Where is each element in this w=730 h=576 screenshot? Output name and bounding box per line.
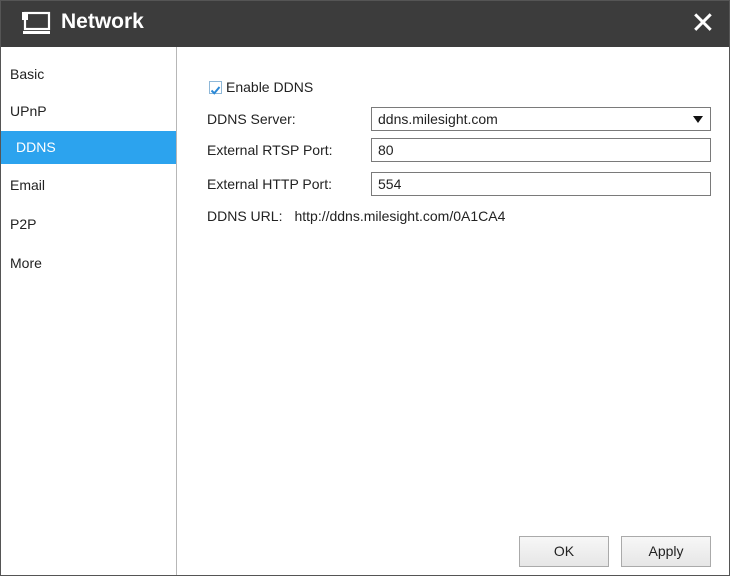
checkmark-icon: [210, 86, 221, 95]
window-title: Network: [61, 10, 144, 33]
ddns-url-label: DDNS URL:: [207, 208, 283, 224]
sidebar: Basic UPnP DDNS Email P2P More: [1, 47, 177, 575]
external-rtsp-port-field[interactable]: 80: [371, 138, 711, 162]
ddns-server-select[interactable]: ddns.milesight.com: [371, 107, 711, 131]
external-http-port-label: External HTTP Port:: [207, 176, 333, 192]
sidebar-item-ddns[interactable]: DDNS: [1, 131, 176, 164]
external-rtsp-port-label: External RTSP Port:: [207, 142, 333, 158]
sidebar-item-basic[interactable]: Basic: [1, 58, 176, 91]
network-icon: [22, 11, 51, 34]
sidebar-item-p2p[interactable]: P2P: [1, 208, 176, 241]
external-http-port-field[interactable]: 554: [371, 172, 711, 196]
ok-button[interactable]: OK: [519, 536, 609, 567]
ddns-settings-panel: Enable DDNS DDNS Server: ddns.milesight.…: [177, 47, 729, 575]
ddns-url-row: DDNS URL: http://ddns.milesight.com/0A1CA…: [207, 206, 505, 226]
ddns-server-value: ddns.milesight.com: [378, 111, 498, 127]
close-icon[interactable]: ✕: [687, 8, 719, 40]
title-bar: Network ✕: [1, 1, 729, 47]
ddns-server-label: DDNS Server:: [207, 111, 296, 127]
sidebar-item-email[interactable]: Email: [1, 169, 176, 202]
enable-ddns-label: Enable DDNS: [226, 79, 314, 95]
sidebar-item-more[interactable]: More: [1, 247, 176, 280]
enable-ddns-checkbox[interactable]: [209, 81, 222, 95]
network-dialog: Network ✕ Basic UPnP DDNS Email P2P More…: [0, 0, 730, 576]
sidebar-item-upnp[interactable]: UPnP: [1, 95, 176, 128]
chevron-down-icon: [693, 116, 703, 123]
apply-button[interactable]: Apply: [621, 536, 711, 567]
ddns-url-value: http://ddns.milesight.com/0A1CA4: [294, 208, 506, 224]
